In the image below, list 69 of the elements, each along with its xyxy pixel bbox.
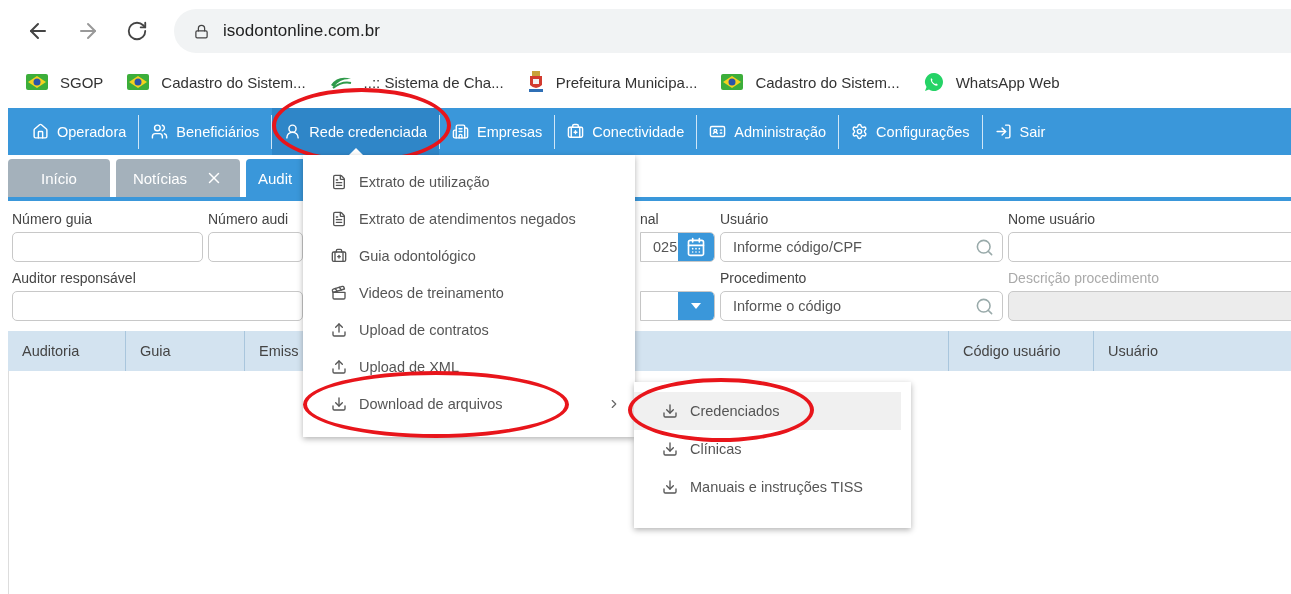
placeholder-text: Informe código/CPF xyxy=(733,239,863,255)
flag-icon xyxy=(127,74,150,90)
reload-icon[interactable] xyxy=(126,20,148,42)
address-bar[interactable]: isodontonline.com.br xyxy=(174,9,1291,53)
select-field[interactable] xyxy=(640,291,715,321)
bookmark[interactable]: SGOP xyxy=(26,73,104,91)
menu-item[interactable]: Extrato de atendimentos negados xyxy=(303,200,635,237)
calendar-icon[interactable] xyxy=(678,233,714,261)
flag-icon xyxy=(26,74,48,90)
download-icon xyxy=(662,441,678,457)
search-field[interactable]: Informe o código xyxy=(720,291,1003,321)
menu-item[interactable]: Videos de treinamento xyxy=(303,274,635,311)
column-header: Usuário xyxy=(1094,331,1291,371)
id-card-icon xyxy=(709,123,727,140)
column-header: Código usuário xyxy=(949,331,1094,371)
input-field[interactable] xyxy=(1008,232,1291,262)
swoosh-icon xyxy=(329,75,352,89)
field-label: Usuário xyxy=(720,211,770,229)
menu-item[interactable]: Download de arquivos xyxy=(303,385,635,422)
medical-bag-icon xyxy=(331,247,347,264)
gear-icon xyxy=(851,123,869,140)
bookmark[interactable]: ..:: Sistema de Cha... xyxy=(329,73,504,91)
document-icon xyxy=(331,173,347,190)
person-icon xyxy=(284,123,302,140)
download-icon xyxy=(662,403,678,419)
menu-item[interactable]: Guia odontológico xyxy=(303,237,635,274)
caret-icon[interactable] xyxy=(678,292,714,320)
submenu-item[interactable]: Clínicas xyxy=(634,430,901,468)
login-icon xyxy=(994,123,1012,140)
submenu-item[interactable]: Manuais e instruções TISS xyxy=(634,468,901,506)
lock-icon xyxy=(194,23,209,39)
input-field[interactable] xyxy=(12,291,303,321)
date-value: 025 xyxy=(653,239,678,255)
field-label: Número audi xyxy=(208,211,290,229)
field-label: nal xyxy=(640,211,660,229)
upload-icon xyxy=(331,321,347,338)
flag-icon xyxy=(721,74,744,90)
medical-bag-icon xyxy=(567,123,585,140)
upload-icon xyxy=(331,358,347,375)
bookmark[interactable]: Cadastro do Sistem... xyxy=(127,73,306,91)
column-header: Guia xyxy=(126,331,245,371)
column-header: Auditoria xyxy=(8,331,126,371)
film-icon xyxy=(331,284,347,301)
placeholder-text: Informe o código xyxy=(733,298,842,314)
search-icon[interactable] xyxy=(975,296,994,316)
submenu-item[interactable]: Credenciados xyxy=(634,392,901,430)
field-label: Auditor responsável xyxy=(12,270,137,288)
nav-item[interactable]: Rede credenciada xyxy=(272,108,440,155)
url-text: isodontonline.com.br xyxy=(223,21,380,41)
download-icon xyxy=(662,479,678,495)
search-field[interactable]: Informe código/CPF xyxy=(720,232,1003,262)
chat-icon xyxy=(923,72,944,92)
field-label: Descrição procedimento xyxy=(1008,270,1160,288)
search-icon[interactable] xyxy=(975,237,994,257)
people-icon xyxy=(151,123,169,140)
document-icon xyxy=(331,210,347,227)
input-field[interactable] xyxy=(208,232,303,262)
field-label: Procedimento xyxy=(720,270,808,288)
bookmark[interactable]: Prefeitura Municipa... xyxy=(527,71,698,93)
bookmark[interactable]: WhatsApp Web xyxy=(923,72,1060,92)
date-field[interactable]: 025 xyxy=(640,232,715,262)
download-icon xyxy=(331,395,347,412)
crest-icon xyxy=(527,71,544,93)
field-label: Número guia xyxy=(12,211,94,229)
building-icon xyxy=(452,123,470,140)
bookmark[interactable]: Cadastro do Sistem... xyxy=(721,73,900,91)
field-label: Nome usuário xyxy=(1008,211,1097,229)
input-field[interactable] xyxy=(12,232,203,262)
home-icon xyxy=(32,123,49,140)
